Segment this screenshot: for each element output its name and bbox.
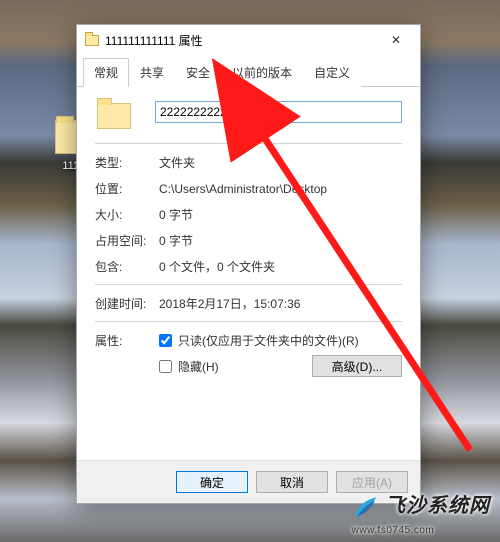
separator [95,143,402,144]
tab-strip: 常规 共享 安全 以前的版本 自定义 [77,57,420,87]
watermark-url: www.fs0745.com [352,525,435,536]
properties-dialog: 111111111111 属性 ✕ 常规 共享 安全 以前的版本 自定义 类型:… [76,24,421,504]
tab-general[interactable]: 常规 [83,58,129,87]
ondisk-label: 占用空间: [95,232,159,249]
close-button[interactable]: ✕ [376,27,416,53]
watermark: 飞沙系统网 www.fs0745.com [352,489,490,536]
attributes-label: 属性: [95,334,122,348]
tab-previous[interactable]: 以前的版本 [221,58,303,87]
separator [95,284,402,285]
tab-security[interactable]: 安全 [175,58,221,87]
ondisk-value: 0 字节 [159,232,193,249]
location-value: C:\Users\Administrator\Desktop [159,182,327,196]
readonly-label: 只读(仅应用于文件夹中的文件)(R) [178,332,359,349]
tab-customize[interactable]: 自定义 [303,58,361,87]
type-value: 文件夹 [159,154,195,171]
contains-label: 包含: [95,258,159,275]
size-label: 大小: [95,206,159,223]
contains-value: 0 个文件，0 个文件夹 [159,258,275,275]
hidden-checkbox[interactable] [159,360,172,373]
type-label: 类型: [95,154,159,171]
hidden-checkbox-row[interactable]: 隐藏(H) [159,358,312,375]
location-label: 位置: [95,180,159,197]
watermark-text: 飞沙系统网 [385,495,490,517]
titlebar: 111111111111 属性 ✕ [77,25,420,55]
advanced-button[interactable]: 高级(D)... [312,355,402,377]
readonly-checkbox-row[interactable]: 只读(仅应用于文件夹中的文件)(R) [159,332,402,349]
size-value: 0 字节 [159,206,193,223]
cancel-button[interactable]: 取消 [256,471,328,493]
watermark-logo-icon [352,494,378,520]
tab-sharing[interactable]: 共享 [129,58,175,87]
folder-name-input[interactable] [155,101,402,123]
titlebar-folder-icon [85,35,99,46]
created-label: 创建时间: [95,295,159,312]
ok-button[interactable]: 确定 [176,471,248,493]
separator [95,321,402,322]
tab-content-general: 类型: 文件夹 位置: C:\Users\Administrator\Deskt… [77,87,420,460]
window-title: 111111111111 属性 [105,32,376,49]
created-value: 2018年2月17日，15:07:36 [159,295,300,312]
folder-icon [97,103,131,129]
readonly-checkbox[interactable] [159,334,172,347]
hidden-label: 隐藏(H) [178,358,219,375]
